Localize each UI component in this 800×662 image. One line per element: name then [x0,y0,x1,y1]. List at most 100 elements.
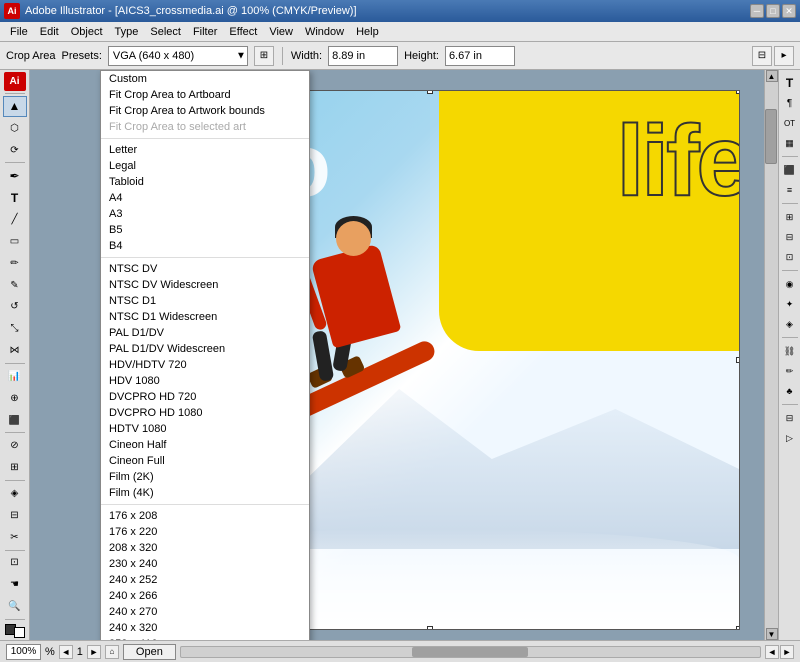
dropdown-item[interactable]: A3 [101,206,309,222]
dropdown-item[interactable]: 176 x 208 [101,508,309,524]
scroll-right-button[interactable]: ► [780,645,794,659]
menu-filter[interactable]: Filter [187,25,223,39]
menu-help[interactable]: Help [350,25,385,39]
dropdown-item[interactable]: Fit Crop Area to Artboard [101,87,309,103]
column-button[interactable]: ⬛ [3,410,27,431]
height-input[interactable] [445,46,515,66]
dropdown-item[interactable]: NTSC DV Widescreen [101,277,309,293]
menu-window[interactable]: Window [299,25,350,39]
dropdown-item[interactable]: 230 x 240 [101,556,309,572]
dropdown-item[interactable]: 240 x 266 [101,588,309,604]
open-button[interactable]: Open [123,644,176,660]
menu-select[interactable]: Select [144,25,187,39]
dropdown-item[interactable]: HDV/HDTV 720 [101,357,309,373]
width-input[interactable] [328,46,398,66]
dropdown-item[interactable]: Film (4K) [101,485,309,501]
eyedropper-button[interactable]: ⊘ [3,435,27,456]
options-icon[interactable]: ⊟ [752,46,772,66]
handle-br[interactable] [736,626,740,630]
paintbrush-button[interactable]: ✏ [3,253,27,274]
dropdown-item[interactable]: Cineon Full [101,453,309,469]
handle-tr[interactable] [736,90,740,94]
handle-tm[interactable] [427,90,433,94]
home-icon[interactable]: ⌂ [105,645,119,659]
prev-page-button[interactable]: ◄ [59,645,73,659]
panel-icon-gradient[interactable]: ◈ [781,315,799,333]
dropdown-item[interactable]: B5 [101,222,309,238]
scroll-down-button[interactable]: ▼ [766,628,778,640]
handle-mr[interactable] [736,357,740,363]
dropdown-item[interactable]: DVCPRO HD 1080 [101,405,309,421]
panel-icon-table[interactable]: ▦ [781,134,799,152]
warp-button[interactable]: ⋈ [3,340,27,361]
handle-bm[interactable] [427,626,433,630]
dropdown-item[interactable]: 352 x 416 [101,636,309,640]
dropdown-item[interactable]: Film (2K) [101,469,309,485]
dropdown-item[interactable]: Legal [101,158,309,174]
dropdown-item[interactable]: PAL D1/DV [101,325,309,341]
dropdown-item[interactable]: Fit Crop Area to Artwork bounds [101,103,309,119]
scroll-left-button[interactable]: ◄ [765,645,779,659]
panel-icon-T[interactable]: T [781,74,799,92]
panel-icon-layers[interactable]: ⊟ [781,409,799,427]
dropdown-item[interactable]: A4 [101,190,309,206]
dropdown-item[interactable]: 176 x 220 [101,524,309,540]
presets-dropdown-wrapper[interactable]: VGA (640 x 480) ▼ [108,46,248,66]
panel-icon-link[interactable]: ⛓ [781,342,799,360]
presets-dropdown[interactable]: CustomFit Crop Area to ArtboardFit Crop … [100,70,310,640]
vertical-scrollbar[interactable]: ▲ ▼ [764,70,778,640]
dropdown-item[interactable]: NTSC D1 Widescreen [101,309,309,325]
artboard-button[interactable]: ⊡ [3,552,27,573]
dropdown-item[interactable]: 240 x 270 [101,604,309,620]
stroke-color[interactable] [14,627,25,638]
line-tool-button[interactable]: ╱ [3,209,27,230]
lasso-button[interactable]: ⟳ [3,140,27,161]
panel-icon-symbols[interactable]: ♣ [781,382,799,400]
zoom-input[interactable] [6,644,41,660]
panel-icon-pathfinder[interactable]: ⊡ [781,248,799,266]
panel-icon-align[interactable]: ⊟ [781,228,799,246]
panel-icon-stroke[interactable]: ⬛ [781,161,799,179]
dropdown-item[interactable]: 240 x 320 [101,620,309,636]
graph-button[interactable]: 📊 [3,366,27,387]
pen-tool-button[interactable]: ✒ [3,165,27,186]
scroll-up-button[interactable]: ▲ [766,70,778,82]
menu-object[interactable]: Object [65,25,109,39]
panel-icon-actions[interactable]: ▷ [781,429,799,447]
dropdown-item[interactable]: HDV 1080 [101,373,309,389]
hand-button[interactable]: ☚ [3,574,27,595]
blend-button[interactable]: ⊞ [3,457,27,478]
pencil-button[interactable]: ✎ [3,275,27,296]
minimize-button[interactable]: ─ [750,4,764,18]
mesh-button[interactable]: ⊟ [3,505,27,526]
dropdown-item[interactable]: NTSC D1 [101,293,309,309]
scissors-button[interactable]: ✂ [3,527,27,548]
type-tool-button[interactable]: T [3,187,27,208]
presets-select[interactable]: VGA (640 x 480) [108,46,248,66]
close-button[interactable]: ✕ [782,4,796,18]
selection-tool-button[interactable]: ▲ [3,96,27,117]
dropdown-item[interactable]: Tabloid [101,174,309,190]
direct-select-button[interactable]: ⬡ [3,118,27,139]
menu-view[interactable]: View [263,25,299,39]
horizontal-scrollbar[interactable] [180,646,761,658]
scale-button[interactable]: ⤡ [3,318,27,339]
scroll-thumb[interactable] [765,109,777,164]
panel-icon-transform[interactable]: ⊞ [781,208,799,226]
dropdown-item[interactable]: 208 x 320 [101,540,309,556]
dropdown-item[interactable]: HDTV 1080 [101,421,309,437]
rotate-button[interactable]: ↺ [3,296,27,317]
panel-icon-brushes[interactable]: ✏ [781,362,799,380]
panel-icon-swatches[interactable]: ✦ [781,295,799,313]
symbol-button[interactable]: ⊕ [3,388,27,409]
panel-icon-opentype[interactable]: OT [781,114,799,132]
dropdown-item[interactable]: Custom [101,71,309,87]
crop-icon-button[interactable]: ⊞ [254,46,274,66]
panel-icon-lines[interactable]: ≡ [781,181,799,199]
dropdown-item[interactable]: 240 x 252 [101,572,309,588]
menu-file[interactable]: File [4,25,34,39]
dropdown-item[interactable]: DVCPRO HD 720 [101,389,309,405]
dropdown-item[interactable]: B4 [101,238,309,254]
zoom-button[interactable]: 🔍 [3,596,27,617]
close-crop-icon[interactable]: ▸ [774,46,794,66]
